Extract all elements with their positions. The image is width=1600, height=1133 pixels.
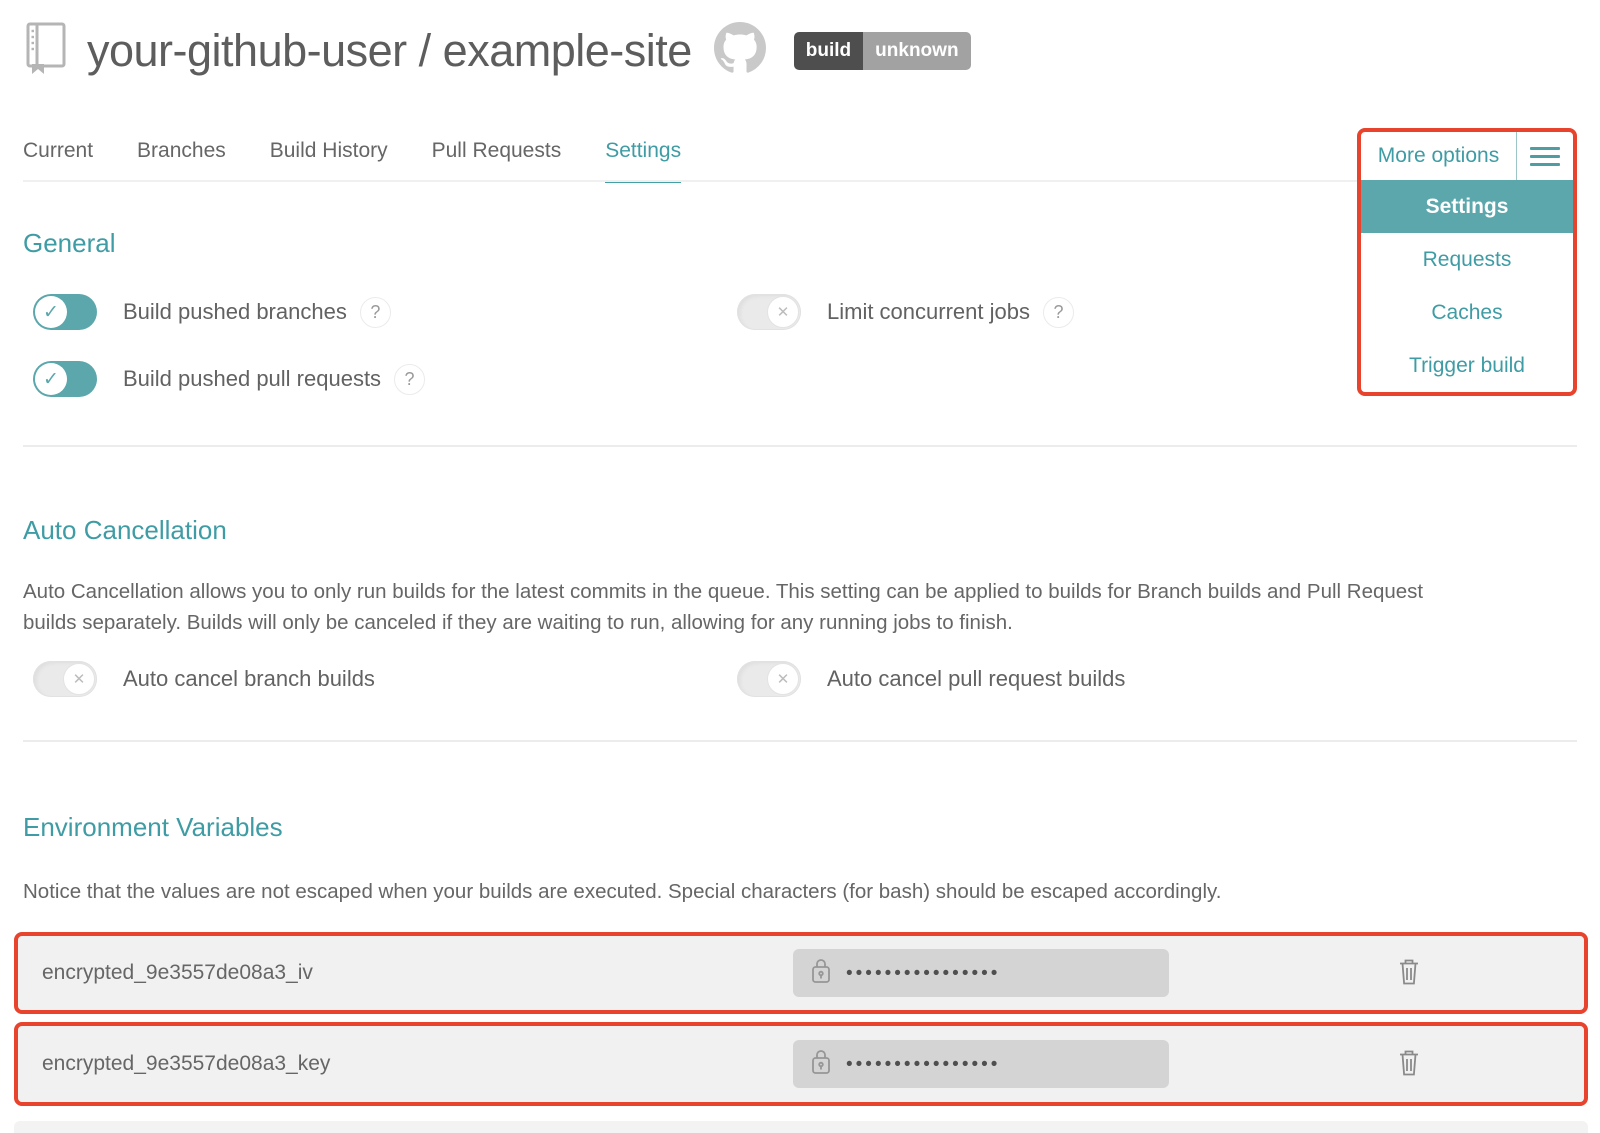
cross-icon: ✕ bbox=[777, 670, 790, 688]
env-var-row-key-highlight-box: encrypted_9e3557de08a3_key •••••••••••••… bbox=[14, 1022, 1588, 1106]
auto-cancellation-heading: Auto Cancellation bbox=[23, 515, 227, 546]
build-status-badge: build unknown bbox=[794, 32, 971, 70]
setting-label: Auto cancel pull request builds bbox=[827, 666, 1125, 692]
toggle-build-pushed-branches[interactable]: ✓ bbox=[33, 294, 97, 330]
env-var-value-field[interactable]: •••••••••••••••• bbox=[793, 1040, 1169, 1088]
delete-env-var-button[interactable] bbox=[1396, 957, 1422, 990]
page-title: your-github-user / example-site bbox=[87, 25, 692, 77]
repo-tabs: Current Branches Build History Pull Requ… bbox=[23, 139, 681, 183]
environment-variables-heading: Environment Variables bbox=[23, 812, 283, 843]
check-icon: ✓ bbox=[43, 368, 59, 391]
setting-row: ✓ Build pushed branches ? bbox=[33, 294, 391, 330]
next-row-partial bbox=[14, 1121, 1588, 1133]
github-octocat-icon[interactable] bbox=[714, 22, 766, 79]
menu-item-requests[interactable]: Requests bbox=[1361, 233, 1573, 286]
setting-label: Limit concurrent jobs bbox=[827, 299, 1030, 325]
menu-item-settings[interactable]: Settings bbox=[1361, 180, 1573, 233]
lock-icon bbox=[809, 1047, 833, 1082]
help-icon[interactable]: ? bbox=[394, 364, 425, 395]
delete-env-var-button[interactable] bbox=[1396, 1048, 1422, 1081]
more-options-button[interactable]: More options bbox=[1361, 132, 1516, 180]
help-icon[interactable]: ? bbox=[1043, 297, 1074, 328]
menu-item-caches[interactable]: Caches bbox=[1361, 286, 1573, 339]
tab-branches[interactable]: Branches bbox=[137, 139, 226, 183]
general-heading: General bbox=[23, 228, 116, 259]
toggle-limit-concurrent-jobs[interactable]: ✕ bbox=[737, 294, 801, 330]
setting-label: Auto cancel branch builds bbox=[123, 666, 375, 692]
tab-build-history[interactable]: Build History bbox=[270, 139, 388, 183]
env-var-value-field[interactable]: •••••••••••••••• bbox=[793, 949, 1169, 997]
env-var-name: encrypted_9e3557de08a3_iv bbox=[42, 961, 313, 985]
more-options-menu-highlight-box: More options Settings Requests Caches Tr… bbox=[1357, 128, 1577, 396]
menu-item-trigger-build[interactable]: Trigger build bbox=[1361, 339, 1573, 392]
env-var-row-iv-highlight-box: encrypted_9e3557de08a3_iv ••••••••••••••… bbox=[14, 932, 1588, 1014]
lock-icon bbox=[809, 956, 833, 991]
more-options-header: More options bbox=[1361, 132, 1573, 180]
setting-row: ✕ Auto cancel pull request builds bbox=[737, 661, 1125, 697]
travis-repo-settings-page: your-github-user / example-site build un… bbox=[0, 0, 1600, 1133]
env-var-name: encrypted_9e3557de08a3_key bbox=[42, 1052, 330, 1076]
toggle-auto-cancel-pull-request-builds[interactable]: ✕ bbox=[737, 661, 801, 697]
tab-current[interactable]: Current bbox=[23, 139, 93, 183]
help-icon[interactable]: ? bbox=[360, 297, 391, 328]
setting-label: Build pushed pull requests bbox=[123, 366, 381, 392]
repository-book-icon bbox=[23, 20, 69, 81]
masked-value: •••••••••••••••• bbox=[846, 961, 1000, 985]
section-divider bbox=[23, 740, 1577, 742]
section-divider bbox=[23, 445, 1577, 447]
environment-variables-notice: Notice that the values are not escaped w… bbox=[23, 876, 1523, 907]
setting-row: ✕ Limit concurrent jobs ? bbox=[737, 294, 1074, 330]
tabs-divider bbox=[23, 180, 1540, 182]
badge-build-label: build bbox=[794, 32, 863, 70]
setting-label: Build pushed branches bbox=[123, 299, 347, 325]
auto-cancellation-description: Auto Cancellation allows you to only run… bbox=[23, 576, 1471, 638]
trash-icon bbox=[1396, 1066, 1422, 1081]
toggle-build-pushed-pull-requests[interactable]: ✓ bbox=[33, 361, 97, 397]
cross-icon: ✕ bbox=[777, 303, 790, 321]
repo-header: your-github-user / example-site build un… bbox=[23, 20, 971, 81]
tab-pull-requests[interactable]: Pull Requests bbox=[432, 139, 562, 183]
setting-row: ✓ Build pushed pull requests ? bbox=[33, 361, 425, 397]
badge-status-value: unknown bbox=[863, 32, 970, 70]
setting-row: ✕ Auto cancel branch builds bbox=[33, 661, 375, 697]
cross-icon: ✕ bbox=[73, 670, 86, 688]
check-icon: ✓ bbox=[43, 301, 59, 324]
masked-value: •••••••••••••••• bbox=[846, 1052, 1000, 1076]
tab-settings[interactable]: Settings bbox=[605, 139, 681, 183]
hamburger-menu-icon[interactable] bbox=[1517, 132, 1573, 180]
toggle-auto-cancel-branch-builds[interactable]: ✕ bbox=[33, 661, 97, 697]
trash-icon bbox=[1396, 975, 1422, 990]
